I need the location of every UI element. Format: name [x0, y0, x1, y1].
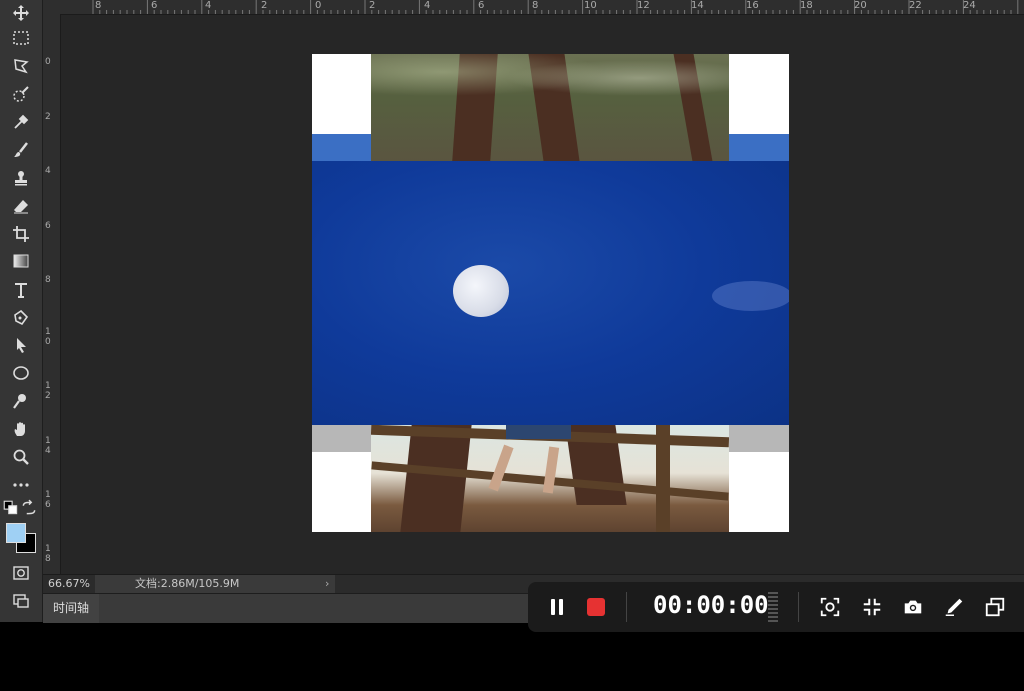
ruler-label: 16 — [746, 0, 759, 11]
gradient-tool-icon[interactable] — [8, 250, 34, 272]
ruler-vertical: 0 2 4 6 8 10 12 14 16 18 — [43, 14, 61, 574]
type-tool-icon[interactable] — [8, 279, 34, 301]
stamp-tool-icon[interactable] — [8, 167, 34, 189]
photoshop-window: 8 6 4 2 0 2 4 6 8 10 12 14 16 18 20 22 2… — [0, 0, 1024, 623]
screenshot-region-icon[interactable] — [818, 595, 842, 619]
brush-tool-icon[interactable] — [8, 139, 34, 161]
crop-tool-icon[interactable] — [8, 223, 34, 245]
document-canvas[interactable] — [312, 54, 789, 532]
ellipse-tool-icon[interactable] — [8, 362, 34, 384]
drag-handle[interactable] — [768, 592, 778, 622]
ruler-label: 8 — [45, 275, 51, 285]
recording-timer: 00:00:00 — [653, 591, 769, 619]
ruler-label: 22 — [909, 0, 922, 11]
blue-strip — [312, 134, 371, 161]
ruler-label: 16 — [45, 490, 51, 510]
ruler-label: 10 — [45, 327, 51, 347]
beach-photo — [371, 425, 729, 532]
move-tool-icon[interactable] — [8, 2, 34, 24]
ruler-label: 8 — [95, 0, 102, 11]
pen-tool-icon[interactable] — [8, 307, 34, 329]
status-menu-arrow[interactable]: › — [325, 575, 329, 593]
sky-photo — [312, 161, 789, 425]
dodge-tool-icon[interactable] — [8, 390, 34, 412]
path-selection-tool-icon[interactable] — [8, 334, 34, 356]
gray-strip — [312, 425, 371, 452]
document-info: 文档:2.86M/105.9M — [95, 575, 335, 593]
moon — [453, 265, 509, 317]
blue-strip — [729, 134, 789, 161]
hand-tool-icon[interactable] — [8, 418, 34, 440]
quick-mask-icon[interactable] — [8, 562, 34, 584]
screen-mode-icon[interactable] — [8, 590, 34, 612]
gray-strip — [729, 425, 789, 452]
ruler-label: 4 — [424, 0, 431, 11]
ruler-label: 20 — [854, 0, 867, 11]
ruler-label: 0 — [45, 57, 51, 67]
ruler-label: 6 — [478, 0, 485, 11]
ruler-label: 2 — [369, 0, 376, 11]
screen-recorder-bar: 00:00:00 — [528, 582, 1024, 632]
ruler-label: 6 — [45, 221, 51, 231]
ruler-label: 12 — [45, 381, 51, 401]
ruler-label: 2 — [45, 112, 51, 122]
quick-select-tool-icon[interactable] — [8, 83, 34, 105]
divider — [798, 592, 799, 622]
trees-photo — [371, 54, 729, 161]
ruler-horizontal: 8 6 4 2 0 2 4 6 8 10 12 14 16 18 20 22 2… — [43, 0, 1024, 15]
ruler-label: 14 — [45, 436, 51, 456]
eraser-tool-icon[interactable] — [8, 195, 34, 217]
ruler-label: 18 — [800, 0, 813, 11]
ruler-label: 8 — [532, 0, 539, 11]
marquee-tool-icon[interactable] — [8, 27, 34, 49]
ruler-label: 6 — [151, 0, 158, 11]
ruler-label: 12 — [637, 0, 650, 11]
pen-icon[interactable] — [942, 595, 966, 619]
ruler-label: 2 — [261, 0, 268, 11]
more-tools-icon[interactable] — [8, 474, 34, 496]
ruler-label: 4 — [45, 166, 51, 176]
window-icon[interactable] — [983, 595, 1007, 619]
swap-colors-icon[interactable] — [20, 499, 38, 516]
ruler-label: 24 — [963, 0, 976, 11]
ruler-label: 0 — [315, 0, 322, 11]
ruler-label: 10 — [584, 0, 597, 11]
camera-icon[interactable] — [901, 595, 925, 619]
zoom-tool-icon[interactable] — [8, 446, 34, 468]
divider — [626, 592, 627, 622]
collapse-icon[interactable] — [860, 595, 884, 619]
default-colors-icon[interactable] — [2, 500, 20, 516]
stop-icon[interactable] — [584, 595, 608, 619]
foreground-color-swatch[interactable] — [6, 523, 26, 543]
tool-panel — [0, 0, 43, 622]
ruler-label: 14 — [691, 0, 704, 11]
pause-icon[interactable] — [545, 595, 569, 619]
ruler-label: 18 — [45, 544, 51, 564]
ruler-label: 4 — [205, 0, 212, 11]
tab-timeline[interactable]: 时间轴 — [43, 594, 100, 623]
zoom-level[interactable]: 66.67% — [48, 575, 90, 593]
eyedropper-tool-icon[interactable] — [8, 111, 34, 133]
lasso-tool-icon[interactable] — [8, 55, 34, 77]
